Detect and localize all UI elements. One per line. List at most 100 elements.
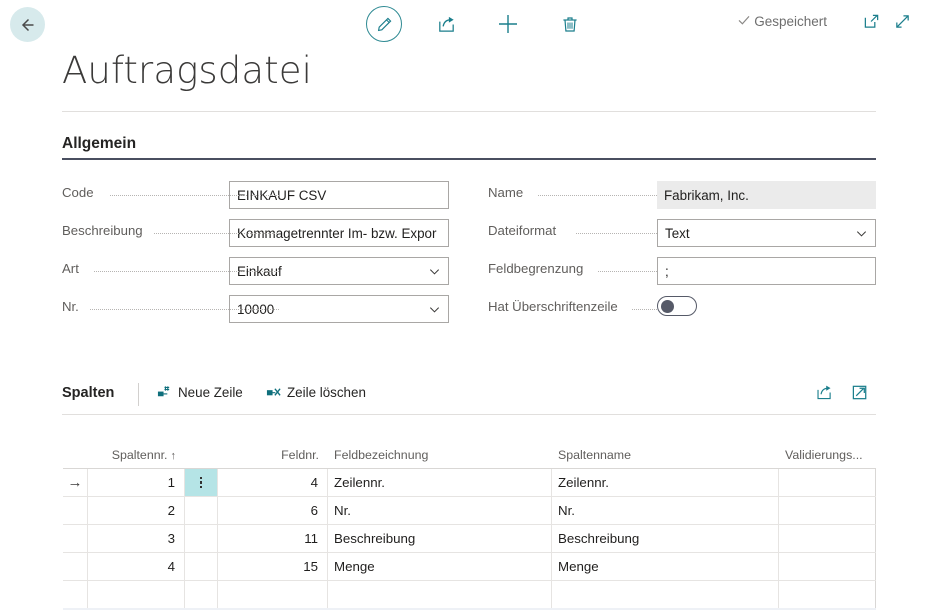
label-leader-dots	[576, 233, 657, 234]
label-leader-dots	[154, 233, 279, 234]
row-menu-button[interactable]	[185, 581, 218, 608]
row-indicator	[63, 525, 88, 552]
cell-spaltennr[interactable]: 3	[88, 525, 185, 552]
chevron-down-icon[interactable]	[428, 265, 441, 278]
field-label-nr: Nr.	[62, 299, 83, 314]
grid-header-feldbezeichnung-label: Feldbezeichnung	[334, 448, 429, 462]
edit-button[interactable]	[362, 2, 406, 46]
save-status: Gespeichert	[737, 13, 827, 30]
cell-spaltenname[interactable]: Menge	[552, 553, 779, 580]
delete-row-button[interactable]: Zeile löschen	[266, 385, 366, 400]
delete-button[interactable]	[548, 2, 592, 46]
grid-header-spaltenname[interactable]: Spaltenname	[552, 440, 779, 468]
chevron-down-icon[interactable]	[855, 227, 868, 240]
cell-feldnr[interactable]: 4	[218, 469, 328, 496]
cell-validierung[interactable]	[779, 553, 876, 580]
grid-header-indicator	[63, 440, 88, 468]
cell-spaltenname[interactable]: Beschreibung	[552, 525, 779, 552]
cell-validierung[interactable]	[779, 525, 876, 552]
cell-feldnr[interactable]: 11	[218, 525, 328, 552]
page-title: Auftragsdatei	[62, 49, 313, 92]
cell-feldnr[interactable]	[218, 581, 328, 608]
row-menu-button[interactable]	[185, 525, 218, 552]
field-label-feldbegrenzung: Feldbegrenzung	[488, 261, 588, 276]
share-button[interactable]	[424, 2, 468, 46]
cell-feldbezeichnung[interactable]: Nr.	[328, 497, 552, 524]
row-menu-button[interactable]	[185, 497, 218, 524]
delete-row-icon	[266, 385, 281, 400]
cell-spaltenname[interactable]: Zeilennr.	[552, 469, 779, 496]
cell-feldnr[interactable]: 6	[218, 497, 328, 524]
cell-spaltennr[interactable]: 4	[88, 553, 185, 580]
grid-header-feldbezeichnung[interactable]: Feldbezeichnung	[328, 440, 552, 468]
cell-feldbezeichnung[interactable]: Menge	[328, 553, 552, 580]
cell-feldbezeichnung[interactable]: Beschreibung	[328, 525, 552, 552]
row-indicator	[63, 553, 88, 580]
grid-header-feldnr[interactable]: Feldnr.	[218, 440, 328, 468]
open-in-new-window-icon[interactable]	[863, 13, 880, 30]
table-row[interactable]: 2 6 Nr. Nr.	[63, 497, 876, 525]
section-underline	[62, 158, 876, 160]
table-row[interactable]: → 1 4 Zeilennr. Zeilennr.	[63, 469, 876, 497]
subgrid-open-new-window-button[interactable]	[851, 383, 870, 402]
cell-validierung[interactable]	[779, 581, 876, 608]
grid-header-menu	[185, 440, 218, 468]
subgrid-heading: Spalten	[62, 385, 115, 401]
dropdown-dateiformat[interactable]: Text	[657, 219, 876, 247]
back-button[interactable]	[10, 7, 45, 42]
section-heading-allgemein: Allgemein	[62, 135, 137, 152]
label-leader-dots	[598, 271, 657, 272]
row-menu-button[interactable]	[185, 469, 218, 496]
row-indicator	[63, 581, 88, 608]
field-label-code: Code	[62, 185, 98, 200]
current-row-arrow-icon: →	[67, 474, 83, 491]
grid-body: → 1 4 Zeilennr. Zeilennr. 2 6 Nr. Nr. 3 …	[63, 468, 876, 609]
grid-header-spaltennr[interactable]: Spaltennr. ↑	[88, 440, 185, 468]
toolbar-divider	[138, 383, 139, 406]
expand-arrows-icon[interactable]	[894, 13, 911, 30]
label-leader-dots	[94, 271, 279, 272]
table-row-new[interactable]	[63, 581, 876, 609]
field-dateiformat: Dateiformat Text	[488, 219, 876, 247]
table-row[interactable]: 4 15 Menge Menge	[63, 553, 876, 581]
arrow-left-icon	[21, 18, 33, 31]
table-row[interactable]: 3 11 Beschreibung Beschreibung	[63, 525, 876, 553]
plus-icon	[499, 15, 517, 33]
grid-header-validierung[interactable]: Validierungs...	[779, 440, 876, 468]
cell-spaltenname[interactable]	[552, 581, 779, 608]
cell-spaltennr[interactable]: 1	[88, 469, 185, 496]
row-menu-button[interactable]	[185, 553, 218, 580]
cell-validierung[interactable]	[779, 497, 876, 524]
grid-header-row: Spaltennr. ↑ Feldnr. Feldbezeichnung Spa…	[63, 440, 876, 468]
grid-header-feldnr-label: Feldnr.	[281, 448, 319, 462]
input-name: Fabrikam, Inc.	[657, 181, 876, 209]
field-beschreibung: Beschreibung Kommagetrennter Im- bzw. Ex…	[62, 219, 449, 247]
status-area: Gespeichert	[737, 13, 911, 30]
cell-spaltennr[interactable]	[88, 581, 185, 608]
cell-feldbezeichnung[interactable]	[328, 581, 552, 608]
cell-spaltennr[interactable]: 2	[88, 497, 185, 524]
cell-feldnr[interactable]: 15	[218, 553, 328, 580]
chevron-down-icon[interactable]	[428, 303, 441, 316]
toggle-hat-ueberschriftenzeile[interactable]	[657, 296, 697, 316]
input-name-value: Fabrikam, Inc.	[664, 187, 749, 203]
field-label-hat-ueberschriftenzeile: Hat Überschriftenzeile	[488, 299, 622, 314]
new-button[interactable]	[486, 2, 530, 46]
dropdown-dateiformat-value: Text	[665, 225, 690, 241]
pencil-icon	[377, 17, 391, 31]
cell-spaltenname[interactable]: Nr.	[552, 497, 779, 524]
subgrid-share-button[interactable]	[815, 383, 834, 402]
input-feldbegrenzung[interactable]: ;	[657, 257, 876, 285]
field-nr: Nr. 10000	[62, 295, 449, 323]
cell-validierung[interactable]	[779, 469, 876, 496]
field-label-name: Name	[488, 185, 528, 200]
cell-feldbezeichnung[interactable]: Zeilennr.	[328, 469, 552, 496]
new-row-button[interactable]: Neue Zeile	[157, 385, 243, 400]
subgrid-divider	[62, 414, 876, 415]
title-divider	[62, 111, 876, 112]
command-bar: Gespeichert	[0, 0, 927, 48]
toggle-knob	[661, 299, 674, 313]
field-code: Code EINKAUF CSV	[62, 181, 449, 209]
columns-grid: Spaltennr. ↑ Feldnr. Feldbezeichnung Spa…	[63, 440, 876, 609]
field-name: Name Fabrikam, Inc.	[488, 181, 876, 209]
